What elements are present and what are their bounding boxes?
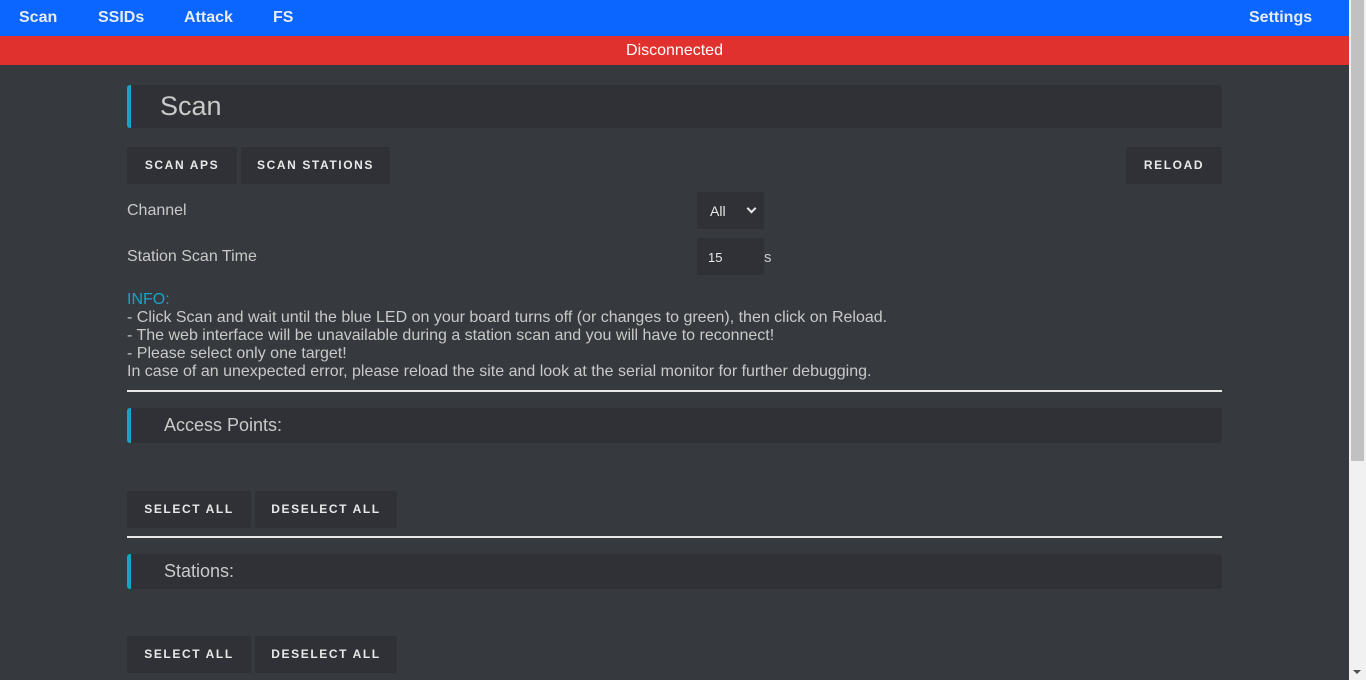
- divider: [127, 390, 1222, 392]
- divider: [127, 536, 1222, 538]
- reload-button[interactable]: RELOAD: [1126, 147, 1222, 184]
- info-line: - Please select only one target!: [127, 345, 347, 362]
- chevron-down-icon: [746, 203, 757, 214]
- stations-deselect-all-button[interactable]: DESELECT ALL: [255, 636, 397, 673]
- channel-select[interactable]: All: [697, 192, 764, 229]
- nav-scan[interactable]: Scan: [19, 0, 57, 36]
- station-scan-time-value: 15: [708, 250, 723, 265]
- scroll-down-arrow-icon[interactable]: [1353, 670, 1361, 674]
- info-title: INFO:: [127, 291, 170, 308]
- station-scan-time-unit: s: [764, 249, 772, 266]
- ap-select-all-button[interactable]: SELECT ALL: [127, 491, 251, 528]
- page-title: Scan: [160, 91, 222, 121]
- nav-settings[interactable]: Settings: [1249, 0, 1312, 36]
- channel-label: Channel: [127, 202, 187, 219]
- info-line: - The web interface will be unavailable …: [127, 327, 775, 344]
- scan-section-header: Scan: [127, 85, 1222, 128]
- scan-aps-button[interactable]: SCAN APS: [127, 147, 237, 184]
- station-scan-time-label: Station Scan Time: [127, 248, 257, 265]
- station-scan-time-input[interactable]: 15: [697, 238, 764, 275]
- ap-deselect-all-button[interactable]: DESELECT ALL: [255, 491, 397, 528]
- nav-attack[interactable]: Attack: [184, 0, 233, 36]
- connection-status: Disconnected: [0, 36, 1349, 65]
- scan-stations-button[interactable]: SCAN STATIONS: [241, 147, 390, 184]
- info-line: - Click Scan and wait until the blue LED…: [127, 309, 888, 326]
- stations-select-all-button[interactable]: SELECT ALL: [127, 636, 251, 673]
- scrollbar-thumb[interactable]: [1351, 0, 1364, 461]
- access-points-title: Access Points:: [164, 415, 283, 435]
- nav-fs[interactable]: FS: [273, 0, 293, 36]
- info-line: In case of an unexpected error, please r…: [127, 363, 872, 380]
- nav-ssids[interactable]: SSIDs: [98, 0, 144, 36]
- stations-header: Stations:: [127, 554, 1222, 589]
- access-points-header: Access Points:: [127, 408, 1222, 443]
- info-box: INFO: - Click Scan and wait until the bl…: [127, 291, 1222, 381]
- channel-selected-value: All: [710, 203, 726, 219]
- page-scrollbar[interactable]: [1349, 0, 1366, 680]
- stations-title: Stations:: [164, 561, 235, 581]
- top-nav: Scan SSIDs Attack FS Settings: [0, 0, 1349, 36]
